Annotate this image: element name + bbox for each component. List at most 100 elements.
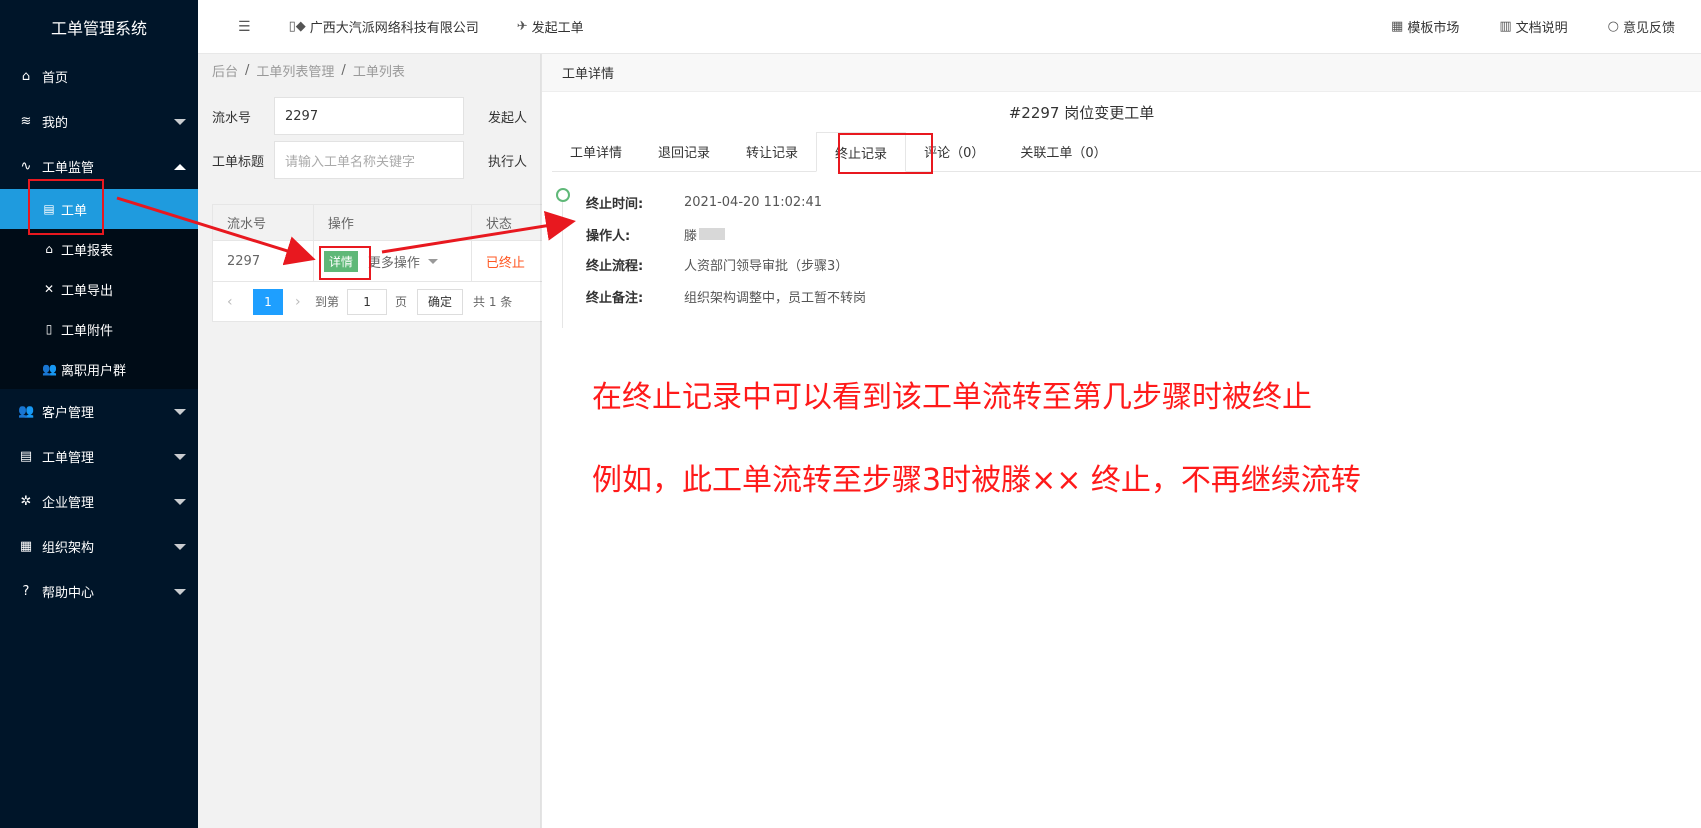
chevron-down-icon: [174, 543, 186, 550]
sidebar-item-label: 工单监管: [42, 161, 95, 176]
breadcrumb-item[interactable]: 后台: [212, 61, 238, 80]
page-label: 页: [395, 295, 408, 309]
sidebar-item-org[interactable]: ▦ 组织架构: [0, 524, 198, 569]
panel-header: 工单详情: [542, 54, 1701, 92]
sidebar-item-label: 帮助中心: [42, 586, 95, 601]
new-ticket-link[interactable]: ✈ 发起工单: [517, 17, 584, 36]
new-ticket-label: 发起工单: [531, 21, 584, 36]
sidebar-item-label: 首页: [42, 71, 69, 86]
activity-icon: ∿: [20, 159, 32, 174]
calendar-icon: ▦: [19, 539, 33, 554]
goto-label: 到第: [315, 295, 340, 309]
remark-label: 终止备注:: [586, 290, 644, 306]
column-header: 状态: [485, 217, 512, 232]
sidebar-item-label: 组织架构: [42, 541, 95, 556]
feedback-icon: ○: [1607, 19, 1619, 34]
more-operations-dropdown[interactable]: 更多操作: [368, 252, 438, 271]
users-icon: 👥: [18, 404, 35, 419]
status-badge: 已终止: [485, 255, 525, 271]
sidebar-item-ticket-manage[interactable]: ▤ 工单管理: [0, 434, 198, 479]
column-header: 操作: [314, 205, 472, 240]
tools-icon: ✕: [43, 282, 55, 296]
tab-transfer-records[interactable]: 转让记录: [728, 131, 816, 171]
sidebar-item-label: 工单管理: [42, 451, 95, 466]
sidebar-item-resigned-users[interactable]: 👥 离职用户群: [0, 349, 198, 389]
chevron-down-icon: [174, 118, 186, 125]
highlight-box-detail: [319, 246, 371, 280]
tab-related-tickets[interactable]: 关联工单（0）: [1002, 131, 1124, 171]
sidebar-item-home[interactable]: ⌂ 首页: [0, 54, 198, 99]
chevron-down-icon: [174, 408, 186, 415]
template-market-label: 模板市场: [1407, 21, 1460, 36]
sidebar-item-ticket-export[interactable]: ✕ 工单导出: [0, 269, 198, 309]
record-row: 终止备注: 组织架构调整中，员工暂不转岗: [586, 286, 1186, 306]
sidebar-item-mine[interactable]: ≋ 我的: [0, 99, 198, 144]
chevron-down-icon: [427, 258, 438, 264]
confirm-page-button[interactable]: 确定: [417, 288, 464, 315]
chevron-up-icon: [174, 163, 186, 170]
sidebar-item-label: 客户管理: [42, 406, 95, 421]
sidebar-item-ticket-attachment[interactable]: ▯ 工单附件: [0, 309, 198, 349]
sidebar-item-label: 工单导出: [61, 283, 114, 299]
feedback-link[interactable]: ○ 意见反馈: [1608, 17, 1675, 36]
table-row: 2297 详情 更多操作 已终止: [213, 241, 542, 281]
next-page-button[interactable]: ›: [295, 294, 309, 310]
initiator-label: 发起人: [488, 110, 528, 126]
goto-page-input[interactable]: 1: [347, 288, 388, 315]
feedback-label: 意见反馈: [1622, 21, 1675, 36]
breadcrumb-separator: /: [245, 62, 250, 78]
docs-link[interactable]: ▥ 文档说明: [1499, 17, 1567, 36]
operator-label: 操作人:: [586, 228, 631, 244]
home-icon: ⌂: [21, 69, 31, 84]
sidebar-item-enterprise[interactable]: ✲ 企业管理: [0, 479, 198, 524]
annotation-line-2: 例如，此工单流转至步骤3时被滕×× 终止，不再继续流转: [592, 463, 1361, 498]
tab-ticket-detail[interactable]: 工单详情: [552, 131, 640, 171]
sidebar-item-customers[interactable]: 👥 客户管理: [0, 389, 198, 434]
send-icon: ✈: [516, 19, 528, 34]
tab-return-records[interactable]: 退回记录: [640, 131, 728, 171]
title-input[interactable]: 请输入工单名称关键字: [274, 141, 464, 179]
menu-toggle-icon[interactable]: ☰: [238, 19, 251, 35]
annotation-line-1: 在终止记录中可以看到该工单流转至第几步骤时被终止: [592, 380, 1312, 415]
gear-icon: ✲: [20, 494, 32, 509]
timeline-line: [562, 202, 563, 328]
ticket-list-area: 后台 / 工单列表管理 / 工单列表 流水号 2297 发起人 工单标题 请输入…: [198, 54, 542, 828]
help-icon: ?: [22, 584, 30, 599]
prev-page-button[interactable]: ‹: [227, 294, 241, 310]
sidebar-item-help[interactable]: ? 帮助中心: [0, 569, 198, 614]
sidebar: 工单管理系统 ⌂ 首页 ≋ 我的 ∿ 工单监管 ▤ 工单 ⌂ 工单报表 ✕ 工单…: [0, 0, 198, 828]
breadcrumb-item[interactable]: 工单列表管理: [256, 61, 334, 80]
company-link[interactable]: ▯◆ 广西大汽派网络科技有限公司: [289, 17, 479, 36]
record-row: 终止时间: 2021-04-20 11:02:41: [586, 192, 1186, 212]
sidebar-item-label: 企业管理: [42, 496, 95, 511]
operator-value: 滕: [684, 228, 698, 244]
ticket-title: #2297 岗位变更工单: [1008, 103, 1155, 122]
table-header: 流水号 操作 状态: [213, 205, 542, 241]
company-name: 广西大汽派网络科技有限公司: [309, 21, 479, 36]
ticket-table: 流水号 操作 状态 2297 详情 更多操作 已终止 ‹ 1 › 到第 1 页 …: [212, 204, 542, 322]
remark-value: 组织架构调整中，员工暂不转岗: [684, 290, 867, 306]
clipboard-icon: ▤: [19, 449, 33, 464]
home-icon: ⌂: [45, 242, 53, 256]
flow-value: 人资部门领导审批（步骤3）: [684, 258, 849, 274]
current-page-button[interactable]: 1: [253, 288, 283, 315]
app-title: 工单管理系统: [50, 19, 147, 38]
docs-label: 文档说明: [1515, 21, 1568, 36]
record-row: 操作人: 滕: [586, 224, 1186, 244]
executor-label: 执行人: [488, 154, 528, 170]
building-icon: ▯◆: [288, 19, 306, 34]
filter-row: 工单标题 请输入工单名称关键字 执行人: [198, 138, 542, 182]
breadcrumb-separator: /: [341, 62, 346, 78]
ticket-detail-panel: 工单详情 #2297 岗位变更工单 工单详情 退回记录 转让记录 终止记录 评论…: [542, 54, 1701, 828]
highlight-box-termination-tab: [838, 133, 933, 174]
sidebar-item-ticket-report[interactable]: ⌂ 工单报表: [0, 229, 198, 269]
timeline-dot-icon: [556, 188, 570, 202]
chevron-down-icon: [174, 453, 186, 460]
sidebar-item-label: 我的: [42, 116, 69, 131]
sidebar-item-label: 工单报表: [61, 243, 114, 259]
total-count: 共 1 条: [473, 295, 513, 309]
serial-input[interactable]: 2297: [274, 97, 464, 135]
chevron-down-icon: [174, 498, 186, 505]
template-market-link[interactable]: ▦ 模板市场: [1391, 17, 1459, 36]
file-icon: ▯: [45, 322, 53, 336]
